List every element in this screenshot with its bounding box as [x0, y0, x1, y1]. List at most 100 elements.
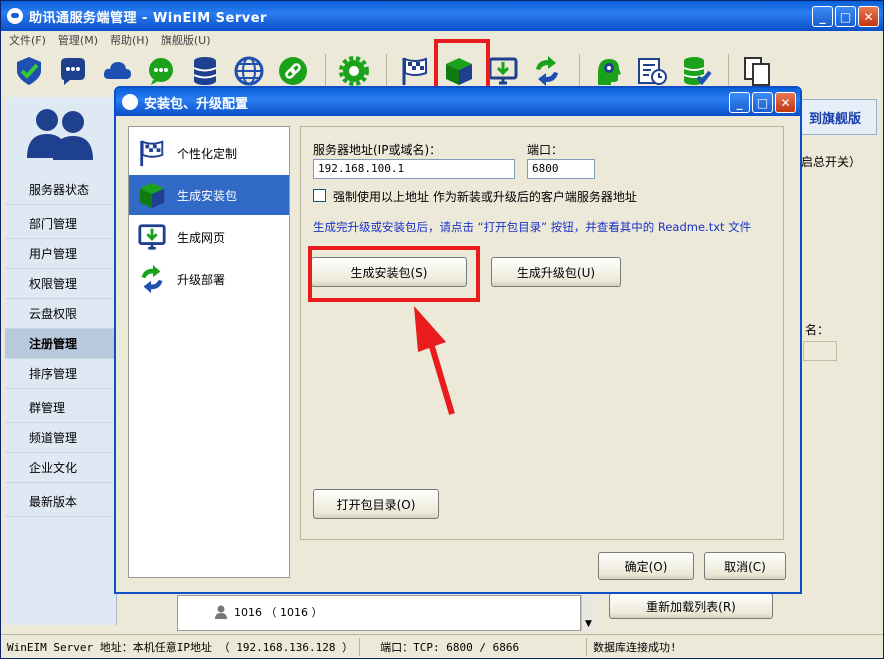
server-address-input[interactable]: 192.168.100.1 — [313, 159, 515, 179]
switch-label: 启总开关） — [801, 155, 862, 169]
shield-check-icon — [17, 57, 41, 85]
port-label: 端口： — [527, 143, 564, 157]
download-monitor-icon — [488, 57, 518, 85]
app-icon — [7, 8, 23, 24]
nav-item-customize[interactable]: 个性化定制 — [129, 133, 289, 173]
list-item[interactable]: 1016 （ 1016 ） — [214, 604, 322, 620]
nav-item-upgrade-deploy[interactable]: 升级部署 — [129, 259, 289, 299]
status-db: 数据库连接成功! — [593, 640, 677, 654]
port-input[interactable]: 6800 — [527, 159, 595, 179]
name-field[interactable] — [803, 341, 837, 361]
toolbar-link-button[interactable] — [273, 52, 313, 90]
toolbar-user-settings-button[interactable] — [588, 52, 628, 90]
ok-button[interactable]: 确定(O) — [598, 552, 694, 580]
menu-file[interactable]: 文件(F) — [9, 32, 46, 48]
copy-pages-icon — [744, 57, 770, 86]
nav-item-label: 生成网页 — [177, 230, 226, 245]
upgrade-banner[interactable]: 到旗舰版 — [793, 99, 877, 135]
package-cube-icon — [139, 182, 165, 209]
dialog-title-bar: 安装包、升级配置 — [116, 88, 800, 116]
refresh-arrows-icon — [141, 264, 163, 294]
database-icon — [193, 57, 217, 85]
minimize-button[interactable]: _ — [812, 6, 833, 27]
download-monitor-icon — [138, 224, 166, 250]
toolbar-separator — [386, 54, 387, 88]
generate-upgrade-button[interactable]: 生成升级包(U) — [491, 257, 621, 287]
sidebar-item-server-status[interactable]: 服务器状态 — [5, 175, 116, 205]
toolbar-database-button[interactable] — [185, 52, 225, 90]
green-chat-icon — [149, 58, 173, 85]
sidebar-item-users[interactable]: 用户管理 — [5, 239, 116, 269]
open-package-dir-label: 打开包目录(O) — [336, 497, 416, 512]
generate-upgrade-label: 生成升级包(U) — [516, 265, 596, 280]
dialog-app-icon — [122, 94, 138, 110]
toolbar-cloud-button[interactable] — [97, 52, 137, 90]
list-scrollbar[interactable]: ▼ — [581, 595, 598, 631]
toolbar-flag-button[interactable] — [395, 52, 435, 90]
toolbar-message-button[interactable] — [141, 52, 181, 90]
sidebar-item-departments[interactable]: 部门管理 — [5, 209, 116, 239]
dialog-title: 安装包、升级配置 — [144, 96, 249, 112]
sidebar-item-sorting[interactable]: 排序管理 — [5, 359, 116, 389]
maximize-button[interactable]: □ — [835, 6, 856, 27]
dialog-nav: 个性化定制 生成安装包 生成网页 升级部署 — [128, 126, 290, 578]
toolbar-refresh-button[interactable] — [527, 52, 567, 90]
nav-item-generate-installer[interactable]: 生成安装包 — [129, 175, 289, 215]
user-list[interactable]: 1016 （ 1016 ） — [177, 595, 581, 631]
list-item-label: 1016 （ 1016 ） — [234, 606, 323, 619]
sidebar-item-culture[interactable]: 企业文化 — [5, 453, 116, 483]
toolbar-db-check-button[interactable] — [676, 52, 716, 90]
sidebar-item-permissions[interactable]: 权限管理 — [5, 269, 116, 299]
readme-hint: 生成完升级或安装包后，请点击 “打开包目录” 按钮，并查看其中的 Readme.… — [313, 220, 752, 234]
gear-icon — [339, 56, 369, 86]
reload-list-button[interactable]: 重新加载列表(R) — [609, 593, 773, 619]
link-icon — [279, 57, 307, 85]
toolbar-copy-button[interactable] — [737, 52, 777, 90]
name-label: 名： — [805, 323, 830, 337]
server-address-label: 服务器地址(IP或域名)： — [313, 143, 442, 157]
dialog-maximize-button[interactable]: □ — [752, 92, 773, 113]
package-config-dialog: 安装包、升级配置 _ □ ✕ 个性化定制 生成安装包 生成网页 升级部署 服务器… — [114, 86, 802, 594]
calendar-clock-icon — [638, 58, 667, 85]
menu-manage[interactable]: 管理(M) — [58, 32, 98, 48]
title-bar: 助讯通服务端管理 - WinEIM Server _ □ ✕ — [1, 1, 883, 31]
checkered-flag-icon — [140, 140, 164, 167]
toolbar-settings-button[interactable] — [334, 52, 374, 90]
nav-item-generate-webpage[interactable]: 生成网页 — [129, 217, 289, 257]
users-group-icon — [26, 109, 93, 160]
sidebar-item-registration[interactable]: 注册管理 — [5, 329, 116, 359]
menu-flagship[interactable]: 旗舰版(U) — [161, 32, 211, 48]
toolbar-schedule-button[interactable] — [632, 52, 672, 90]
menu-help[interactable]: 帮助(H) — [110, 32, 149, 48]
nav-item-label: 个性化定制 — [177, 146, 238, 161]
sidebar-item-groups[interactable]: 群管理 — [5, 393, 116, 423]
force-address-label: 强制使用以上地址 作为新装或升级后的客户端服务器地址 — [333, 190, 637, 204]
nav-item-label: 升级部署 — [177, 272, 226, 287]
toolbar-separator — [579, 54, 580, 88]
open-package-dir-button[interactable]: 打开包目录(O) — [313, 489, 439, 519]
sidebar-item-channels[interactable]: 频道管理 — [5, 423, 116, 453]
status-bar: WinEIM Server 地址：本机任意IP地址 （ 192.168.136.… — [1, 634, 883, 658]
dialog-minimize-button[interactable]: _ — [729, 92, 750, 113]
status-server-address: WinEIM Server 地址：本机任意IP地址 （ 192.168.136.… — [7, 640, 354, 654]
globe-icon — [234, 56, 264, 86]
toolbar-separator — [728, 54, 729, 88]
scroll-down-arrow-icon[interactable]: ▼ — [585, 619, 592, 629]
nav-item-label: 生成安装包 — [177, 188, 238, 203]
sidebar: 服务器状态 部门管理 用户管理 权限管理 云盘权限 注册管理 排序管理 群管理 … — [5, 97, 117, 625]
cancel-button[interactable]: 取消(C) — [704, 552, 786, 580]
dialog-close-button[interactable]: ✕ — [775, 92, 796, 113]
toolbar-chat-button[interactable] — [53, 52, 93, 90]
force-address-checkbox[interactable] — [313, 189, 326, 202]
sidebar-item-latest-version[interactable]: 最新版本 — [5, 487, 116, 517]
close-button[interactable]: ✕ — [858, 6, 879, 27]
upgrade-banner-label: 到旗舰版 — [808, 111, 861, 127]
toolbar-globe-button[interactable] — [229, 52, 269, 90]
status-port: 端口：TCP: 6800 / 6866 — [380, 640, 520, 654]
cancel-label: 取消(C) — [724, 559, 766, 574]
checkered-flag-icon — [402, 57, 427, 85]
sidebar-item-cloud-permissions[interactable]: 云盘权限 — [5, 299, 116, 329]
users-avatar — [5, 97, 116, 167]
toolbar-shield-button[interactable] — [9, 52, 49, 90]
reload-list-label: 重新加载列表(R) — [646, 599, 736, 614]
